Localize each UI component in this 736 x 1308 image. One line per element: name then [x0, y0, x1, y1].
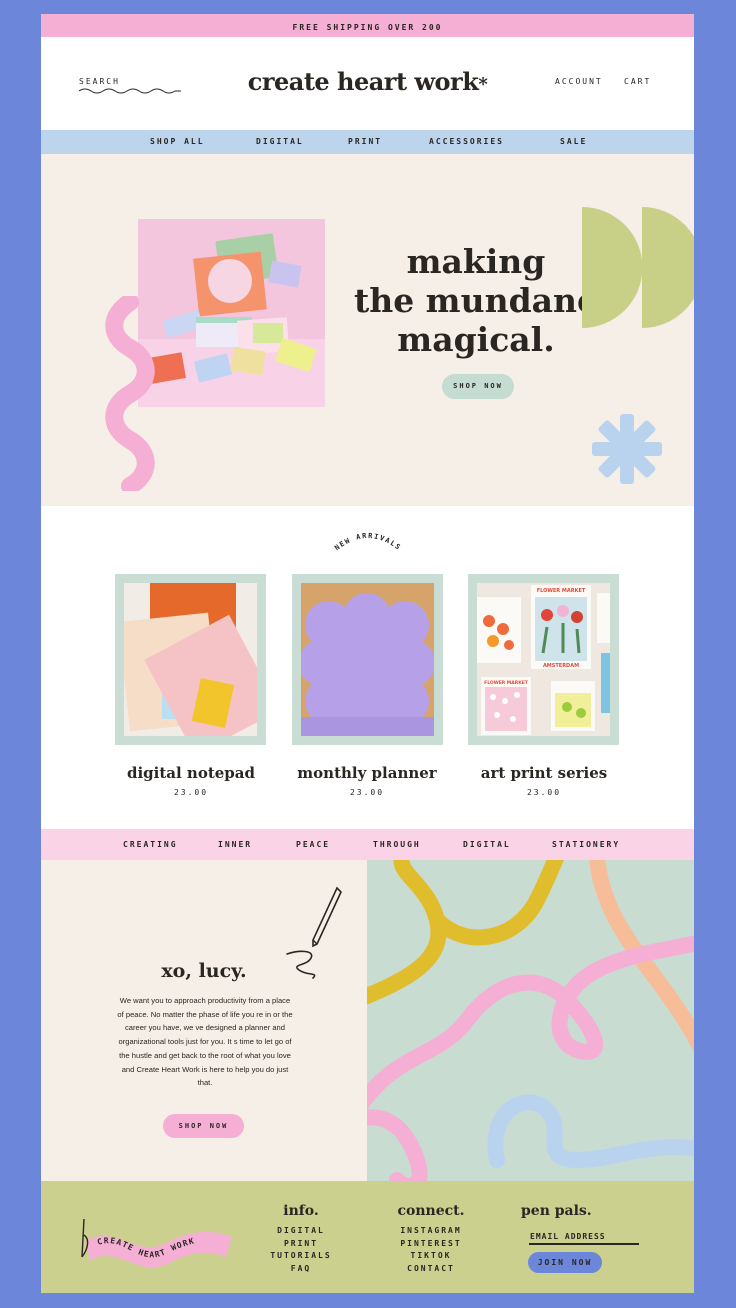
product-price-digital-notepad: 23.00 — [173, 788, 209, 797]
footer-link-digital[interactable]: DIGITAL — [251, 1225, 351, 1238]
footer-connect-heading: connect. — [397, 1203, 465, 1219]
product-name-digital-notepad[interactable]: digital notepad — [106, 764, 276, 782]
ticker-word: DIGITAL — [463, 840, 511, 849]
print-label-2: AMSTERDAM — [543, 663, 579, 669]
founder-note-body: We want you to approach productivity fro… — [117, 996, 293, 1088]
print-label-1: FLOWER MARKET — [537, 588, 586, 594]
product-image-digital-notepad — [124, 583, 257, 736]
product-name-monthly-planner[interactable]: monthly planner — [282, 764, 452, 782]
newsletter-email-underline — [529, 1243, 639, 1245]
footer-info-links: DIGITAL PRINT TUTORIALS FAQ — [251, 1225, 351, 1275]
logo-asterisk: * — [478, 74, 488, 95]
footer-link-tiktok[interactable]: TIKTOK — [376, 1250, 486, 1263]
hero-shop-now-button[interactable]: SHOP NOW — [442, 374, 514, 399]
hero-headline-line2: the mundane — [353, 281, 599, 320]
footer-link-contact[interactable]: CONTACT — [376, 1263, 486, 1276]
footer-link-instagram[interactable]: INSTAGRAM — [376, 1225, 486, 1238]
green-half-circles-decoration — [582, 207, 694, 328]
new-arrivals-heading: NEW ARRIVALS — [333, 532, 402, 552]
svg-text:NEW ARRIVALS: NEW ARRIVALS — [333, 532, 402, 552]
product-image-art-print-series: FLOWER MARKET AMSTERDAM FLOWER MARKET — [477, 583, 610, 736]
ticker-word: STATIONERY — [552, 840, 621, 849]
product-name-art-print-series[interactable]: art print series — [459, 764, 629, 782]
nav-item-accessories[interactable]: ACCESSORIES — [429, 130, 504, 154]
hero-headline: making the mundane magical. — [331, 242, 621, 359]
founder-note-title: xo, lucy. — [161, 960, 247, 982]
product-card-art-print-series[interactable]: FLOWER MARKET AMSTERDAM FLOWER MARKET — [468, 574, 619, 745]
nav-item-sale[interactable]: SALE — [560, 130, 587, 154]
newsletter-join-button[interactable]: JOIN NOW — [528, 1252, 602, 1273]
promo-text: FREE SHIPPING OVER 200 — [292, 23, 443, 32]
pink-squiggle-decoration — [105, 296, 155, 491]
site-footer: CREATE HEART WORK info. DIGITAL PRINT TU… — [41, 1181, 694, 1293]
account-link[interactable]: ACCOUNT — [555, 77, 603, 86]
cart-link[interactable]: CART — [624, 77, 651, 86]
promo-bar: FREE SHIPPING OVER 200 — [41, 14, 694, 37]
page: FREE SHIPPING OVER 200 SEARCH create hea… — [41, 14, 694, 1293]
product-price-monthly-planner: 23.00 — [349, 788, 385, 797]
founder-note-section: xo, lucy. We want you to approach produc… — [41, 860, 367, 1181]
print-label-3: FLOWER MARKET — [484, 680, 529, 686]
main-nav: SHOP ALL DIGITAL PRINT ACCESSORIES SALE — [41, 130, 694, 154]
founder-shop-now-button[interactable]: SHOP NOW — [163, 1114, 244, 1138]
abstract-squiggle-artwork — [367, 860, 694, 1181]
logo-text: create heart work — [247, 67, 479, 96]
footer-link-tutorials[interactable]: TUTORIALS — [251, 1250, 351, 1263]
hero-headline-line3: magical. — [397, 320, 555, 359]
ticker-word: INNER — [218, 840, 253, 849]
footer-link-faq[interactable]: FAQ — [251, 1263, 351, 1276]
ticker-word: THROUGH — [373, 840, 421, 849]
footer-logo-badge[interactable]: CREATE HEART WORK — [76, 1209, 236, 1273]
hero-section: making the mundane magical. SHOP NOW — [41, 154, 694, 506]
footer-connect-links: INSTAGRAM PINTEREST TIKTOK CONTACT — [376, 1225, 486, 1275]
nav-item-print[interactable]: PRINT — [348, 130, 382, 154]
nav-item-shop-all[interactable]: SHOP ALL — [150, 130, 205, 154]
new-arrivals-section: NEW ARRIVALS FLOWER MARKET AMSTERDAM FLO… — [41, 506, 694, 829]
product-price-art-print-series: 23.00 — [526, 788, 562, 797]
product-image-monthly-planner — [301, 583, 434, 736]
footer-penpals-heading: pen pals. — [521, 1203, 592, 1219]
blue-asterisk-decoration — [592, 414, 662, 484]
nav-item-digital[interactable]: DIGITAL — [256, 130, 304, 154]
footer-link-pinterest[interactable]: PINTEREST — [376, 1238, 486, 1251]
footer-link-print[interactable]: PRINT — [251, 1238, 351, 1251]
hero-headline-line1: making — [406, 242, 546, 281]
hero-product-photo — [138, 219, 325, 407]
tagline-ticker: CREATING INNER PEACE THROUGH DIGITAL STA… — [41, 829, 694, 860]
product-card-digital-notepad[interactable] — [115, 574, 266, 745]
site-header: SEARCH create heart work* ACCOUNT CART — [41, 37, 694, 130]
newsletter-email-field[interactable]: EMAIL ADDRESS — [530, 1232, 606, 1241]
ticker-word: PEACE — [296, 840, 331, 849]
product-card-monthly-planner[interactable] — [292, 574, 443, 745]
footer-info-heading: info. — [283, 1203, 319, 1219]
ticker-word: CREATING — [123, 840, 178, 849]
